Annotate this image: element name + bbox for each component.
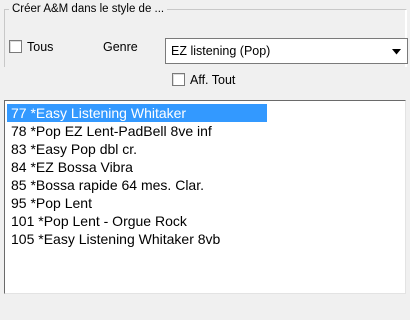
chevron-down-icon[interactable] (392, 49, 401, 55)
show-all-checkbox-label[interactable]: Aff. Tout (190, 73, 235, 88)
genre-dropdown[interactable]: EZ listening (Pop) (165, 38, 408, 64)
all-checkbox-label[interactable]: Tous (27, 40, 53, 55)
styles-list-items: 77 *Easy Listening Whitaker 78 *Pop EZ Le… (7, 104, 405, 248)
list-item[interactable]: 101 *Pop Lent - Orgue Rock (7, 212, 405, 230)
list-item[interactable]: 77 *Easy Listening Whitaker (7, 104, 267, 122)
list-item[interactable]: 95 *Pop Lent (7, 194, 405, 212)
list-item[interactable]: 105 *Easy Listening Whitaker 8vb (7, 230, 405, 248)
all-checkbox[interactable] (9, 40, 22, 53)
create-style-panel: Créer A&M dans le style de ... Tous Genr… (0, 0, 410, 320)
styles-listbox[interactable]: 77 *Easy Listening Whitaker 78 *Pop EZ Le… (4, 100, 406, 294)
list-item[interactable]: 83 *Easy Pop dbl cr. (7, 140, 405, 158)
genre-label: Genre (103, 40, 138, 54)
list-item[interactable]: 84 *EZ Bossa Vibra (7, 158, 405, 176)
genre-dropdown-value: EZ listening (Pop) (171, 44, 271, 58)
list-item[interactable]: 78 *Pop EZ Lent-PadBell 8ve inf (7, 122, 405, 140)
group-title: Créer A&M dans le style de ... (9, 2, 168, 16)
list-item[interactable]: 85 *Bossa rapide 64 mes. Clar. (7, 176, 405, 194)
show-all-checkbox[interactable] (172, 73, 185, 86)
